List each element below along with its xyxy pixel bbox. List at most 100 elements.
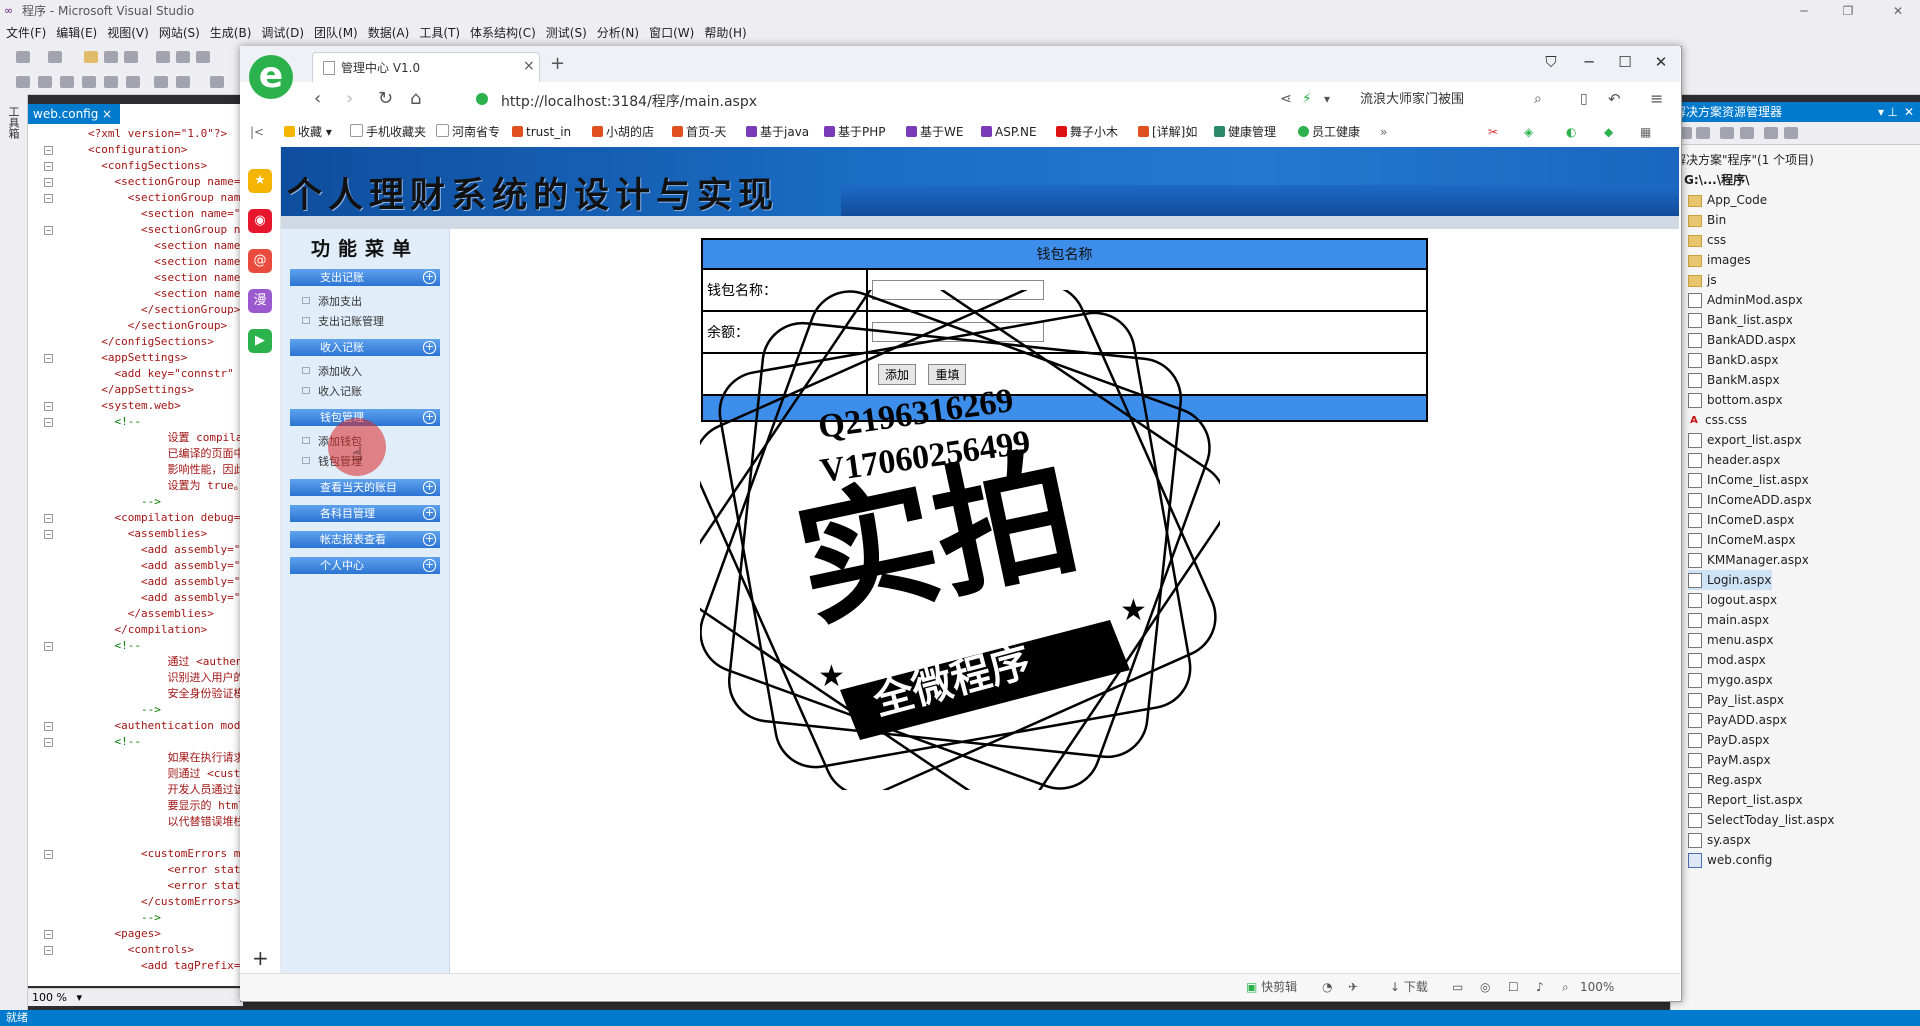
save-all-icon[interactable] — [124, 51, 138, 63]
weibo-icon[interactable]: ◉ — [248, 209, 272, 233]
favorite-item[interactable]: 员工健康 — [1298, 118, 1360, 147]
mail-icon[interactable]: @ — [248, 249, 272, 273]
url-dropdown-icon[interactable]: ▾ — [1324, 92, 1330, 106]
solution-item[interactable]: mygo.aspx — [1688, 670, 1773, 690]
menu-test[interactable]: 测试(S) — [540, 22, 591, 44]
solution-item[interactable]: KMManager.aspx — [1688, 550, 1809, 570]
menu-group-header[interactable]: 个人中心 + — [290, 557, 440, 574]
status-refresh-icon[interactable]: ◔ — [1322, 974, 1332, 1000]
solution-item[interactable]: header.aspx — [1688, 450, 1780, 470]
solution-item[interactable]: App_Code — [1688, 190, 1767, 210]
copy-icon[interactable] — [176, 51, 190, 63]
address-bar[interactable]: http://localhost:3184/程序/main.aspx — [476, 88, 1286, 112]
fold-toggle-icon[interactable]: − — [44, 226, 53, 235]
solution-item[interactable]: InComeADD.aspx — [1688, 490, 1812, 510]
wallet-name-input[interactable] — [872, 280, 1044, 300]
show-all-files-icon[interactable] — [1696, 127, 1710, 139]
solution-item[interactable]: js — [1688, 270, 1717, 290]
menu-group-header[interactable]: 收入记账 + — [290, 339, 440, 356]
reset-button[interactable]: 重填 — [928, 363, 967, 385]
video-icon[interactable]: ▶ — [248, 329, 272, 353]
tools-icon[interactable]: ✂ — [1488, 118, 1498, 147]
menu-item[interactable]: 支出记账管理 — [302, 313, 384, 329]
solution-item[interactable]: images — [1688, 250, 1751, 270]
menu-group-header[interactable]: 查看当天的账目 + — [290, 479, 440, 496]
expand-icon[interactable]: + — [423, 271, 436, 284]
menu-item[interactable]: 添加收入 — [302, 363, 362, 379]
status-sound-icon[interactable]: ♪ — [1536, 974, 1544, 1000]
close-icon[interactable]: ✕ — [1880, 0, 1916, 22]
menu-team[interactable]: 团队(M) — [308, 22, 362, 44]
menu-group-header[interactable]: 帐志报表查看 + — [290, 531, 440, 548]
balance-input[interactable] — [872, 322, 1044, 342]
menu-view[interactable]: 视图(V) — [101, 22, 153, 44]
uncomment-icon[interactable] — [104, 76, 118, 88]
expand-icon[interactable]: + — [423, 533, 436, 546]
solution-item[interactable]: Pay_list.aspx — [1688, 690, 1784, 710]
cut-icon[interactable] — [156, 51, 170, 63]
solution-item[interactable]: Acss.css — [1688, 410, 1747, 430]
fold-toggle-icon[interactable]: − — [44, 946, 53, 955]
new-tab-icon[interactable]: + — [550, 53, 565, 74]
fold-toggle-icon[interactable]: − — [44, 146, 53, 155]
solution-item[interactable]: bottom.aspx — [1688, 390, 1783, 410]
solution-item[interactable]: export_list.aspx — [1688, 430, 1802, 450]
favorite-item[interactable]: [详解]如 — [1138, 118, 1197, 147]
browser-search-box[interactable]: 流浪大师家门被围 — [1360, 88, 1540, 112]
toolbox-tab[interactable]: 工具箱 — [5, 106, 21, 139]
favorite-item[interactable]: 收藏 ▾ — [284, 118, 332, 147]
fold-toggle-icon[interactable]: − — [44, 162, 53, 171]
menu-architecture[interactable]: 体系结构(C) — [464, 22, 540, 44]
fold-toggle-icon[interactable]: − — [44, 738, 53, 747]
favorite-item[interactable]: 手机收藏夹 — [350, 118, 426, 147]
star-icon[interactable]: ★ — [248, 169, 272, 193]
expand-icon[interactable]: + — [423, 507, 436, 520]
pin-icon[interactable]: ⊥ — [1888, 102, 1898, 122]
back-icon[interactable]: ‹ — [314, 88, 321, 109]
favorite-item[interactable]: 河南省专 — [436, 118, 500, 147]
status-zoom-icon[interactable]: ⌕ — [1562, 974, 1569, 1000]
expand-icon[interactable]: + — [423, 559, 436, 572]
solution-item[interactable]: Bin — [1688, 210, 1726, 230]
sidebar-add-icon[interactable]: + — [252, 946, 269, 970]
solution-item[interactable]: BankADD.aspx — [1688, 330, 1796, 350]
forward-icon[interactable]: › — [346, 88, 353, 109]
paste-icon[interactable] — [196, 51, 210, 63]
fold-toggle-icon[interactable]: − — [44, 354, 53, 363]
translate-icon[interactable]: ◈ — [1524, 118, 1533, 147]
zoom-dropdown-icon[interactable]: ▾ — [76, 991, 82, 1004]
solution-item[interactable]: PayADD.aspx — [1688, 710, 1787, 730]
download-item[interactable]: ↓ 下载 — [1390, 974, 1428, 1000]
solution-item[interactable]: AdminMod.aspx — [1688, 290, 1803, 310]
editor-tab-web-config[interactable]: web.config × — [28, 104, 120, 124]
solution-item[interactable]: Reg.aspx — [1688, 770, 1762, 790]
menu-item[interactable]: 添加支出 — [302, 293, 362, 309]
menu-analyze[interactable]: 分析(N) — [591, 22, 643, 44]
solution-root[interactable]: 解决方案"程序"(1 个项目) — [1674, 150, 1814, 170]
home-icon[interactable]: ⌂ — [410, 88, 421, 109]
menu-item[interactable]: 收入记账 — [302, 383, 362, 399]
menu-icon[interactable]: ≡ — [1650, 89, 1663, 108]
fold-toggle-icon[interactable]: − — [44, 930, 53, 939]
browser-maximize-icon[interactable]: ☐ — [1610, 50, 1640, 74]
solution-item[interactable]: InCome_list.aspx — [1688, 470, 1809, 490]
favorite-item[interactable]: 健康管理 — [1214, 118, 1276, 147]
restore-icon[interactable]: ❐ — [1830, 0, 1866, 22]
fold-toggle-icon[interactable]: − — [44, 642, 53, 651]
menu-group-header[interactable]: 支出记账 + — [290, 269, 440, 286]
zoom-level[interactable]: 100 % — [32, 991, 67, 1004]
favorite-item[interactable]: 舞子小木 — [1056, 118, 1118, 147]
dropdown-icon[interactable]: ▾ — [1878, 102, 1884, 122]
close-tab-icon[interactable]: × — [523, 58, 535, 74]
reading-icon[interactable]: ▯ — [1580, 91, 1588, 107]
solution-item[interactable]: Bank_list.aspx — [1688, 310, 1793, 330]
menu-data[interactable]: 数据(A) — [362, 22, 414, 44]
fold-toggle-icon[interactable]: − — [44, 722, 53, 731]
solution-item[interactable]: menu.aspx — [1688, 630, 1773, 650]
close-tab-icon[interactable]: × — [102, 104, 112, 124]
view-designer-icon[interactable] — [1764, 127, 1778, 139]
menu-help[interactable]: 帮助(H) — [698, 22, 750, 44]
solution-item[interactable]: InComeD.aspx — [1688, 510, 1794, 530]
menu-website[interactable]: 网站(S) — [153, 22, 204, 44]
project-node[interactable]: G:\...\程序\ — [1684, 170, 1749, 190]
